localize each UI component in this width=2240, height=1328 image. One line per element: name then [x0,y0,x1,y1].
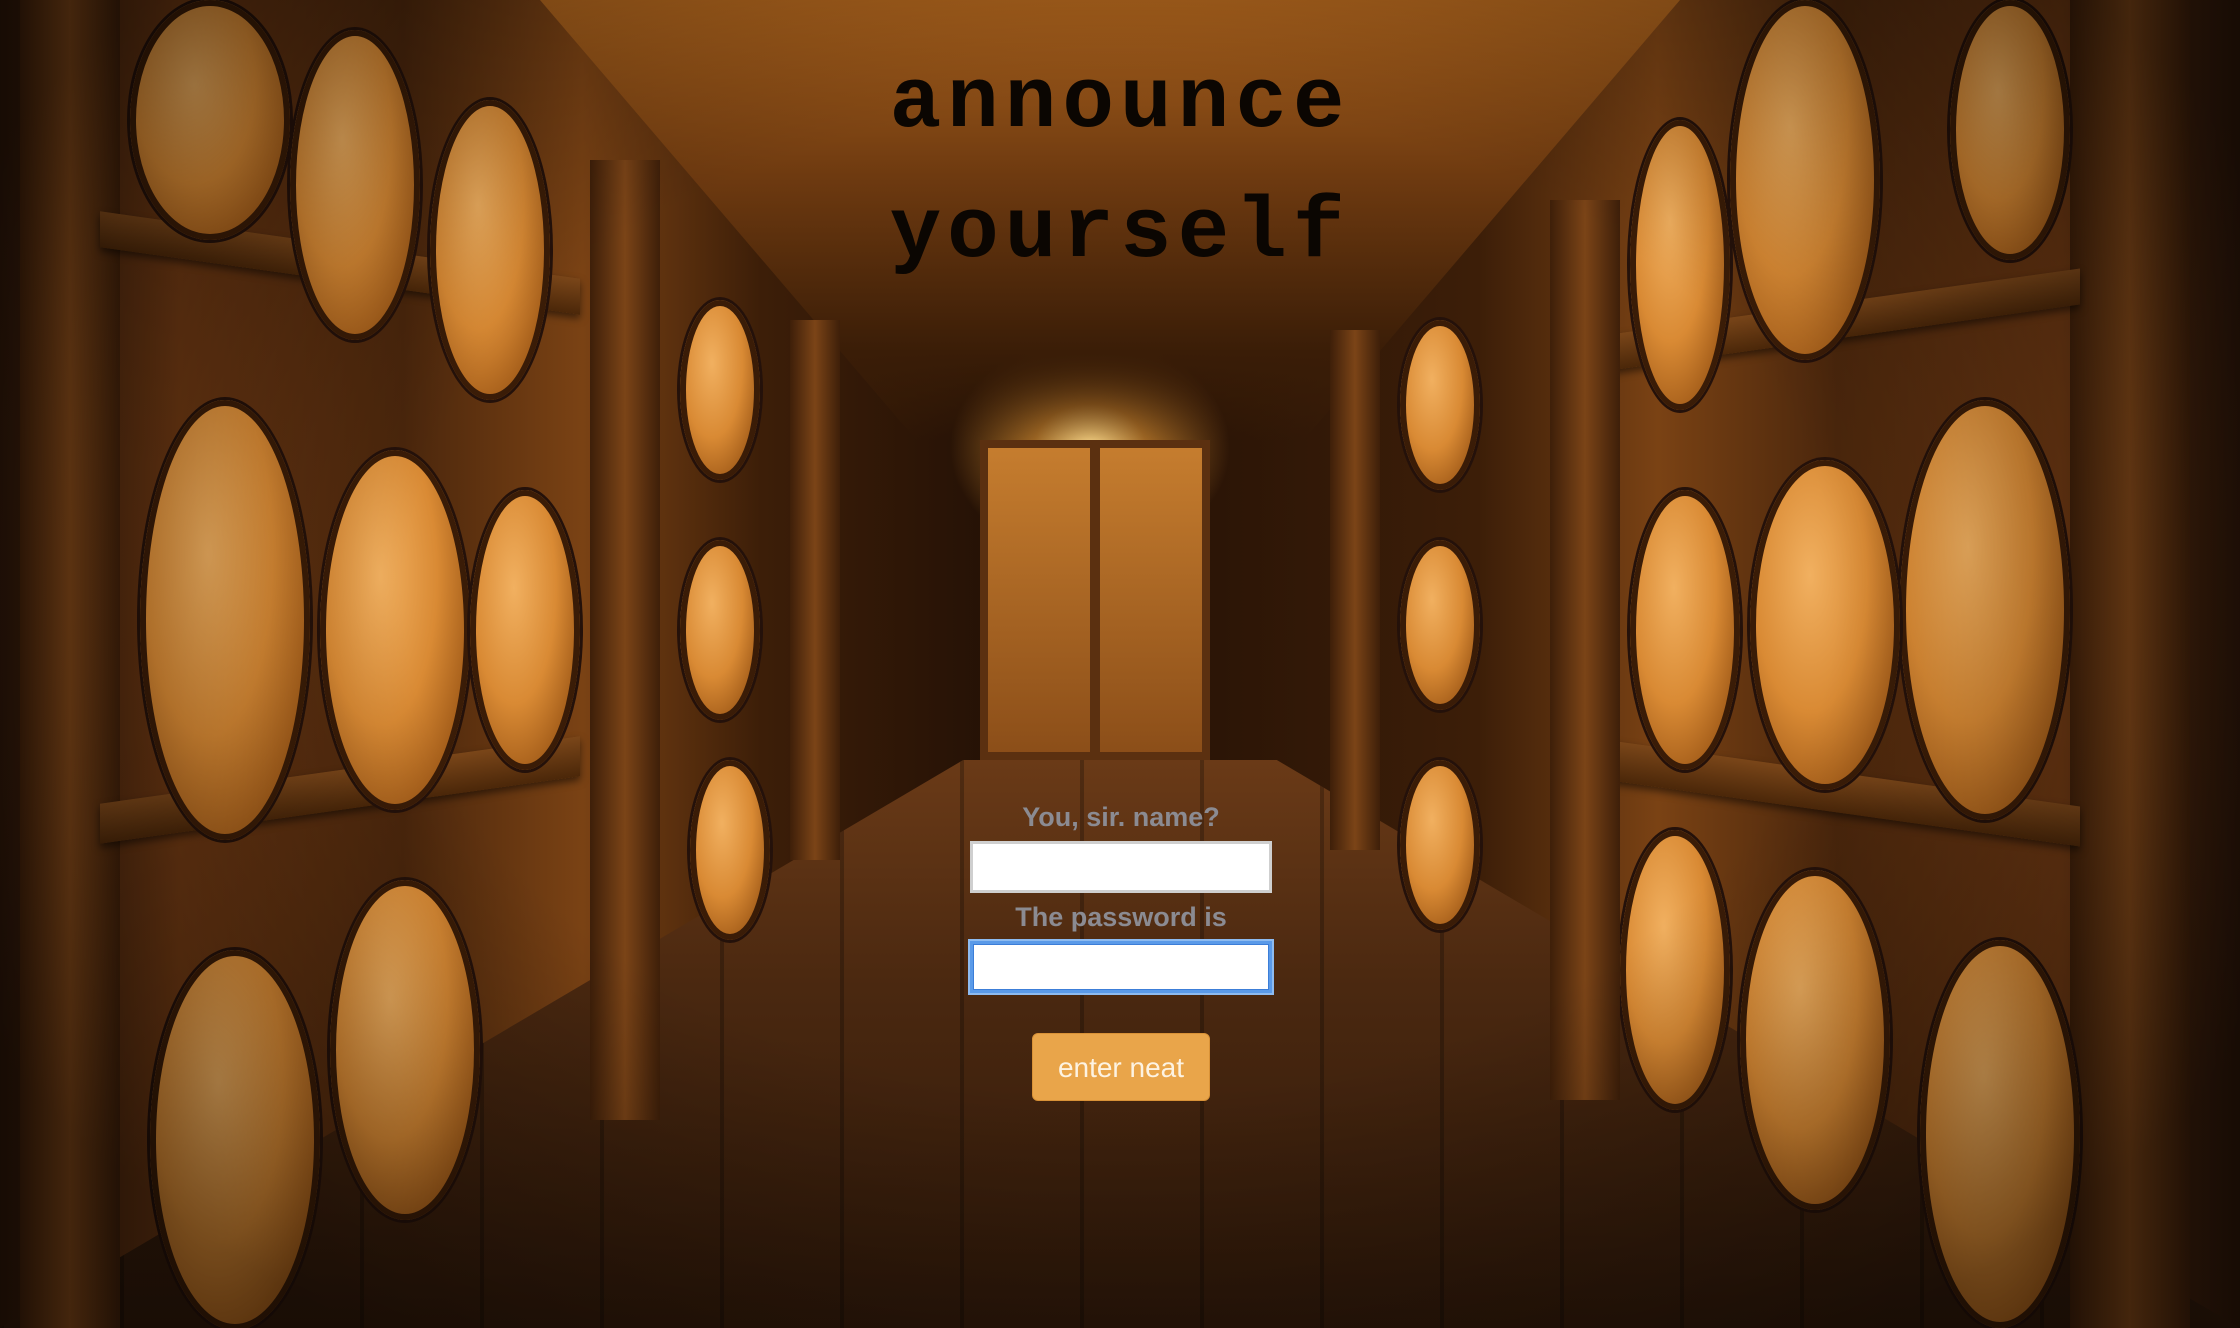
title-line-1: announce [889,54,1351,152]
login-page: announce yourself You, sir. name? The pa… [0,0,2240,1328]
username-input[interactable] [970,841,1272,893]
password-input[interactable] [970,941,1272,993]
title-line-2: yourself [889,184,1351,282]
enter-neat-button[interactable]: enter neat [1032,1033,1210,1101]
page-title: announce yourself [0,38,2240,298]
username-label: You, sir. name? [1022,802,1220,832]
login-form: You, sir. name? The password is enter ne… [970,797,1272,1101]
password-label: The password is [1015,902,1227,932]
